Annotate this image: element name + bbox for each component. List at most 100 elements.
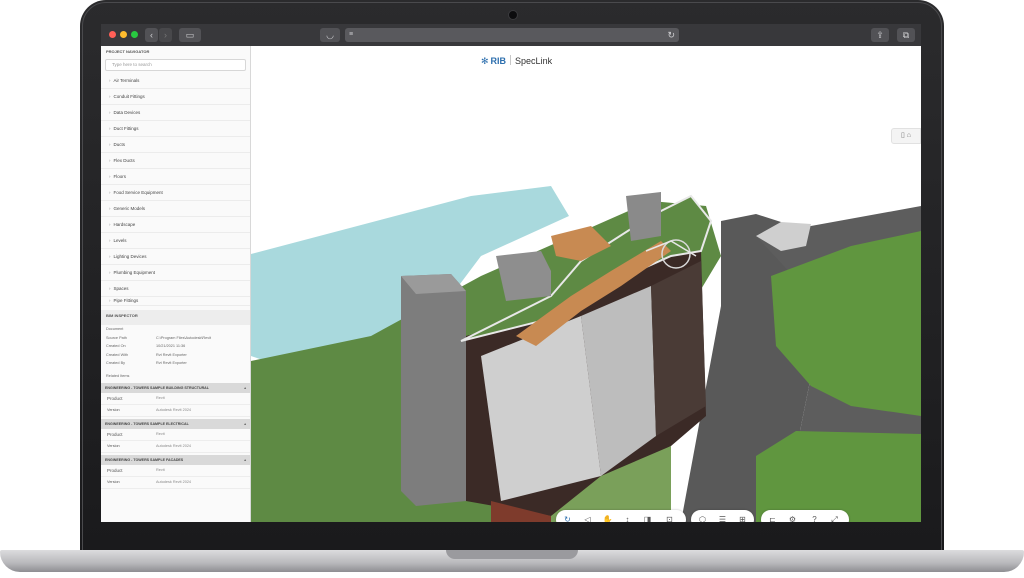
chevron-right-icon: › (109, 78, 111, 83)
tree-item-label: Plumbing Equipment (113, 270, 156, 275)
tree-item[interactable]: › Ducts (101, 137, 250, 153)
minimize-window-button[interactable] (120, 31, 127, 38)
section-icon[interactable]: ◨ (642, 514, 653, 522)
related-items-label: Related Items (106, 373, 130, 378)
tree-item[interactable]: › Floors (101, 169, 250, 185)
property-row: Source Path C:\Program Files\Autodesk\Rev… (101, 334, 250, 343)
property-value: C:\Program Files\Autodesk\Revit (156, 335, 212, 340)
property-value: Rvt Revit Exporter (156, 352, 187, 357)
caret-up-icon: ▴ (244, 385, 246, 390)
related-group-header[interactable]: ENGINEERING - TOWERS SAMPLE FACADES ▴ (101, 454, 250, 465)
tree-item[interactable]: › Pipe Fittings (101, 297, 250, 306)
property-row: Created With Rvt Revit Exporter (101, 351, 250, 360)
tree-item[interactable]: › Conduit Fittings (101, 89, 250, 105)
tower (401, 274, 466, 506)
tree-item-label: Floors (113, 174, 127, 179)
browser-toolbar: ‹ › ▭ ◡ ≡ ↻ ⇪ ⧉ (101, 24, 921, 46)
address-bar[interactable]: ≡ ↻ (345, 28, 679, 42)
tabs-button[interactable]: ⧉ (897, 28, 915, 42)
chevron-right-icon: › (109, 110, 111, 115)
share-icon: ⇪ (876, 30, 884, 40)
group-row-value: Revit (156, 395, 165, 400)
caret-up-icon: ▴ (244, 457, 246, 462)
tree-item[interactable]: › Duct Fittings (101, 121, 250, 137)
measure-icon[interactable]: ↨ (622, 514, 633, 522)
related-group-header[interactable]: ENGINEERING - TOWERS SAMPLE ELECTRICAL ▴ (101, 418, 250, 429)
logo-divider (510, 55, 512, 65)
search-input[interactable]: Type here to search (105, 59, 246, 71)
tree-item[interactable]: › Spaces (101, 281, 250, 297)
tree-item[interactable]: › Data Devices (101, 105, 250, 121)
group-row-label: Version (107, 443, 120, 448)
laptop-screen: ‹ › ▭ ◡ ≡ ↻ ⇪ ⧉ PROJECT NAVIGATOR Type h… (101, 24, 921, 522)
group-row-value: Revit (156, 431, 165, 436)
group-row-value: Revit (156, 467, 165, 472)
project-navigator-title: PROJECT NAVIGATOR (106, 49, 150, 54)
close-window-button[interactable] (109, 31, 116, 38)
reader-icon: ≡ (349, 31, 354, 38)
tree-item[interactable]: › Hardscape (101, 217, 250, 233)
tree-item[interactable]: › Generic Models (101, 201, 250, 217)
tree-item[interactable]: › Plumbing Equipment (101, 265, 250, 281)
back-button[interactable]: ‹ (145, 28, 158, 42)
sidebar-toggle-button[interactable]: ▭ (179, 28, 201, 42)
sidebar-icon: ▭ (185, 30, 195, 40)
zoom-window-button[interactable] (131, 31, 138, 38)
fit-icon[interactable]: ⊡ (664, 514, 675, 522)
model-browser-icon[interactable]: ⊏ (767, 514, 778, 522)
rib-logo-icon: ✻ (481, 56, 489, 66)
fullscreen-icon[interactable]: ⤢ (829, 514, 840, 522)
tree-item-label: Food Service Equipment (113, 190, 163, 195)
settings-icon[interactable]: ⚙ (787, 514, 798, 522)
tree-item-label: Pipe Fittings (113, 298, 139, 303)
hand-icon[interactable]: ✋ (602, 514, 613, 522)
pocket-button[interactable]: ◡ (320, 28, 340, 42)
tree-item[interactable]: › Food Service Equipment (101, 185, 250, 201)
chevron-right-icon: › (164, 30, 167, 40)
camera (508, 10, 518, 20)
help-icon[interactable]: ? (809, 514, 820, 522)
tree-item[interactable]: › Flex Ducts (101, 153, 250, 169)
laptop-notch (446, 550, 578, 559)
property-label: Document (106, 327, 124, 331)
property-list: Document Source Path C:\Program Files\Aut… (101, 325, 250, 368)
group-title: ENGINEERING - TOWERS SAMPLE BUILDING STR… (105, 385, 209, 390)
tree-item[interactable]: › Lighting Devices (101, 249, 250, 265)
tree-list: › Air Terminals › Conduit Fittings › Data D… (101, 73, 250, 306)
related-group-header[interactable]: ENGINEERING - TOWERS SAMPLE BUILDING STR… (101, 382, 250, 393)
tree-item-label: Hardscape (113, 222, 136, 227)
reload-icon[interactable]: ↻ (667, 29, 675, 41)
property-label: Created By (106, 361, 125, 366)
group-row-value: Autodesk Revit 2024 (156, 407, 192, 412)
chevron-right-icon: › (109, 206, 111, 211)
pan-icon[interactable]: ◁ (582, 514, 593, 522)
chevron-right-icon: › (109, 286, 111, 291)
group-row: Product Revit (101, 429, 250, 441)
tree-item-label: Conduit Fittings (113, 94, 145, 99)
property-label: Created On (106, 344, 126, 349)
chevron-right-icon: › (109, 174, 111, 179)
cube-icon[interactable]: ⬡ (697, 514, 708, 522)
tree-item-label: Levels (113, 238, 127, 243)
tabs-icon: ⧉ (902, 30, 910, 40)
tree-item[interactable]: › Air Terminals (101, 73, 250, 89)
group-row: Product Revit (101, 393, 250, 405)
orbit-icon[interactable]: ↻ (562, 514, 573, 522)
group-title: ENGINEERING - TOWERS SAMPLE ELECTRICAL (105, 421, 189, 426)
chevron-right-icon: › (109, 190, 111, 195)
side-panel-tab[interactable]: ▯ ⌂ (891, 128, 921, 144)
explode-icon[interactable]: ⊞ (737, 514, 748, 522)
chevron-right-icon: › (109, 126, 111, 131)
forward-button[interactable]: › (159, 28, 172, 42)
layers-icon[interactable]: ☰ (717, 514, 728, 522)
share-button[interactable]: ⇪ (871, 28, 889, 42)
building-model-canvas[interactable] (251, 46, 921, 522)
bim-inspector-title: BIM INSPECTOR (101, 310, 250, 325)
logo-product: SpecLink (515, 56, 553, 66)
tree-item-label: Duct Fittings (113, 126, 139, 131)
model-viewer[interactable]: ✻ RIB SpecLink ▯ ⌂ ↻ ◁ ✋ ↨ ◨ ⊡ ⬡ ☰ ⊞ ⊏ ⚙ ?… (251, 46, 921, 522)
group-row-value: Autodesk Revit 2024 (156, 479, 192, 484)
map-icon: ▯ (900, 132, 905, 139)
tree-item[interactable]: › Levels (101, 233, 250, 249)
home-icon: ⌂ (906, 132, 912, 139)
